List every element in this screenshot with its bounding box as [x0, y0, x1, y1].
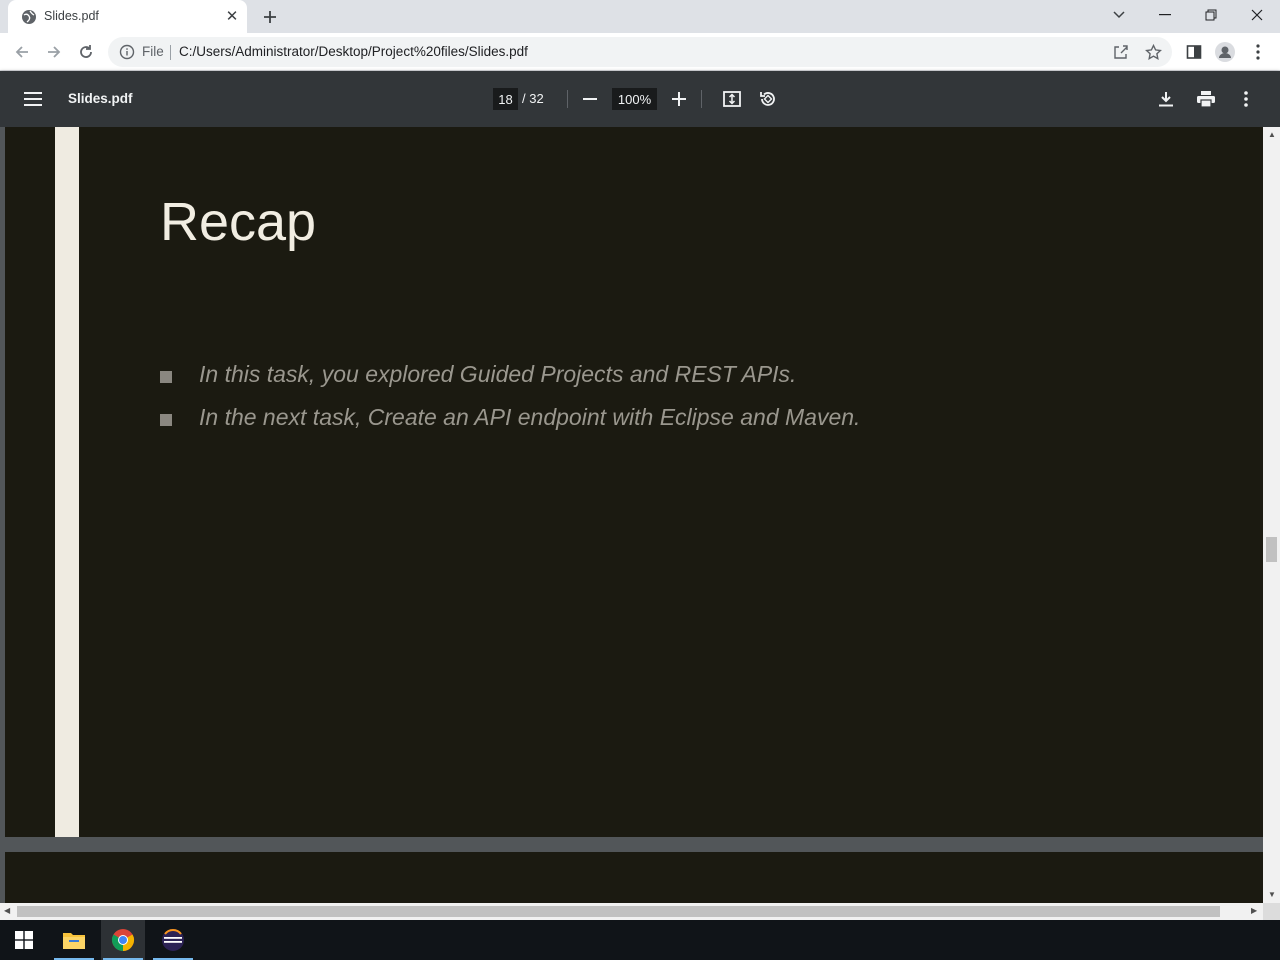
scheme-label: File	[142, 44, 164, 59]
file-explorer-icon[interactable]	[52, 920, 96, 960]
side-panel-icon[interactable]	[1184, 42, 1204, 62]
reload-icon[interactable]	[72, 38, 100, 66]
star-icon[interactable]	[1144, 43, 1162, 61]
bullet-text: In this task, you explored Guided Projec…	[199, 361, 797, 387]
vertical-scroll-thumb[interactable]	[1266, 537, 1277, 562]
horizontal-scroll-thumb[interactable]	[17, 906, 1220, 917]
document-title: Slides.pdf	[68, 91, 133, 106]
address-bar[interactable]: File C:/Users/Administrator/Desktop/Proj…	[108, 37, 1172, 67]
slide-title: Recap	[160, 192, 317, 252]
divider	[701, 90, 702, 108]
profile-icon[interactable]	[1215, 42, 1235, 62]
zoom-out-icon[interactable]	[577, 86, 603, 112]
zoom-in-icon[interactable]	[666, 86, 692, 112]
hamburger-icon[interactable]	[20, 86, 46, 112]
page-number-input[interactable]: 18	[493, 88, 518, 110]
tab-search-chevron-down-icon[interactable]	[1096, 0, 1142, 30]
download-icon[interactable]	[1153, 86, 1179, 112]
fit-page-icon[interactable]	[719, 86, 745, 112]
rotate-icon[interactable]	[755, 86, 781, 112]
close-icon[interactable]: ✕	[224, 8, 240, 25]
bullet-text: In the next task, Create an API endpoint…	[199, 404, 861, 430]
vertical-scrollbar[interactable]: ▲ ▼	[1263, 127, 1280, 903]
globe-icon	[21, 9, 37, 25]
zoom-input[interactable]: 100%	[612, 88, 657, 110]
eclipse-icon[interactable]	[151, 920, 195, 960]
scroll-left-arrow-icon[interactable]: ◀	[4, 906, 10, 915]
slide-accent-bar	[55, 127, 79, 837]
scroll-up-arrow-icon[interactable]: ▲	[1268, 130, 1276, 139]
next-pdf-page	[5, 852, 1263, 903]
info-icon[interactable]	[119, 44, 135, 60]
scroll-down-arrow-icon[interactable]: ▼	[1268, 890, 1276, 899]
scroll-corner	[1263, 903, 1280, 920]
browser-toolbar: File C:/Users/Administrator/Desktop/Proj…	[0, 33, 1280, 71]
plus-icon[interactable]	[259, 6, 281, 28]
bullet-square-icon	[160, 414, 172, 426]
tab-title: Slides.pdf	[44, 9, 99, 23]
kebab-menu-icon[interactable]	[1248, 42, 1268, 62]
taskbar	[0, 920, 1280, 960]
windows-start-icon[interactable]	[2, 920, 46, 960]
divider	[170, 45, 171, 60]
back-icon[interactable]	[8, 38, 36, 66]
browser-tab[interactable]: Slides.pdf ✕	[8, 0, 247, 33]
window-close-icon[interactable]	[1234, 0, 1280, 30]
share-icon[interactable]	[1112, 43, 1130, 61]
pdf-toolbar: Slides.pdf 18 / 32 100%	[0, 71, 1280, 127]
tab-strip: Slides.pdf ✕	[0, 0, 1280, 33]
forward-icon[interactable]	[40, 38, 68, 66]
bullet-square-icon	[160, 371, 172, 383]
scroll-right-arrow-icon[interactable]: ▶	[1251, 906, 1257, 915]
url-text[interactable]: C:/Users/Administrator/Desktop/Project%2…	[179, 44, 528, 59]
page-total: / 32	[522, 91, 544, 106]
divider	[567, 90, 568, 108]
pdf-page: Recap In this task, you explored Guided …	[5, 127, 1263, 837]
minimize-icon[interactable]	[1142, 0, 1188, 30]
chrome-icon[interactable]	[101, 920, 145, 960]
print-icon[interactable]	[1193, 86, 1219, 112]
pdf-viewer[interactable]: Recap In this task, you explored Guided …	[0, 127, 1280, 903]
more-actions-icon[interactable]	[1233, 86, 1259, 112]
horizontal-scrollbar[interactable]: ◀ ▶	[0, 903, 1263, 920]
restore-icon[interactable]	[1188, 0, 1234, 30]
